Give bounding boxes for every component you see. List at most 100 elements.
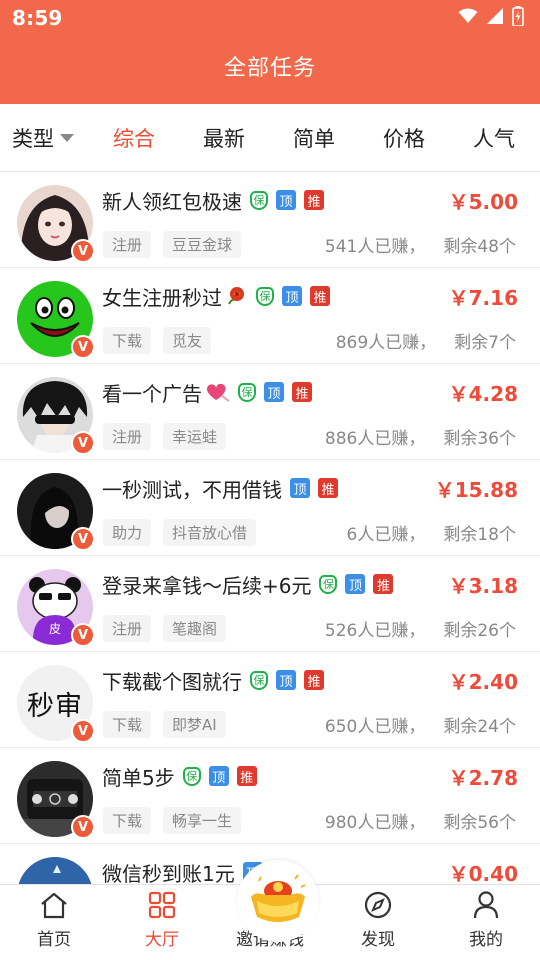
remaining-count: 剩余26个 [443, 621, 516, 641]
task-row[interactable]: V 一秒测试，不用借钱 顶 推 助力 抖音放心借 ￥15.88 6人已赚， 剩余1… [0, 460, 540, 556]
invite-button[interactable] [237, 860, 319, 942]
vip-badge: V [71, 815, 95, 839]
tab-discover[interactable]: 发现 [324, 885, 432, 960]
task-title: 一秒测试，不用借钱 [102, 477, 282, 502]
svg-text:皮: 皮 [49, 622, 61, 636]
recommend-badge: 推 [236, 766, 257, 786]
guarantee-badge: 保 [256, 286, 274, 306]
tab-home[interactable]: 首页 [0, 885, 108, 960]
vip-badge: V [71, 335, 95, 359]
task-title-row: 下载截个图就行 保 顶 推 [102, 666, 324, 694]
task-type-chip: 助力 [103, 519, 152, 546]
task-list[interactable]: V 新人领红包极速 保 顶 推 注册 豆豆金球 ￥5.00 541人已赚， 剩余4… [0, 172, 540, 884]
earned-count: 6人已赚， [346, 525, 426, 545]
tab-label: 发现 [361, 930, 395, 950]
task-price: ￥2.40 [448, 670, 518, 694]
task-price: ￥15.88 [434, 478, 518, 502]
top-badge: 顶 [208, 766, 229, 786]
vip-badge: V [71, 623, 95, 647]
earned-count: 886人已赚， [324, 429, 426, 449]
task-app-chip: 豆豆金球 [163, 231, 242, 258]
top-bar: 8:59 全部任务 [0, 0, 540, 104]
status-bar: 8:59 [0, 0, 540, 36]
task-stats: 650人已赚， 剩余24个 [325, 712, 516, 737]
task-app-chip: 幸运蛙 [163, 423, 227, 450]
tab-simple[interactable]: 简单 [293, 104, 335, 172]
task-title: 下载截个图就行 [102, 669, 242, 694]
earned-count: 980人已赚， [324, 813, 426, 833]
task-type-chip: 注册 [103, 231, 152, 258]
tab-label: 大厅 [145, 930, 179, 950]
task-stats: 541人已赚， 剩余48个 [325, 232, 516, 257]
recommend-badge: 推 [304, 190, 324, 210]
tab-label: 首页 [37, 930, 71, 950]
recommend-badge: 推 [373, 574, 394, 594]
task-app-chip: 觅友 [163, 327, 212, 354]
status-time: 8:59 [12, 6, 63, 30]
task-row[interactable]: V 新人领红包极速 保 顶 推 注册 豆豆金球 ￥5.00 541人已赚， 剩余4… [0, 172, 540, 268]
task-title-row: 女生注册秒过 保 顶 推 [102, 282, 330, 310]
task-row[interactable]: V 女生注册秒过 保 顶 推 下载 觅友 ￥7.16 869人已赚， 剩余7个 [0, 268, 540, 364]
task-title: 简单5步 [102, 765, 175, 790]
grid-icon [148, 889, 176, 921]
recommend-badge: 推 [292, 382, 312, 402]
task-price: ￥0.40 [448, 862, 518, 884]
remaining-count: 剩余24个 [443, 717, 516, 737]
guarantee-badge: 保 [238, 382, 256, 402]
task-price: ￥4.28 [448, 382, 518, 406]
top-badge: 顶 [282, 286, 302, 306]
home-icon [39, 889, 69, 921]
status-icons [458, 6, 524, 30]
guarantee-badge: 保 [182, 766, 201, 786]
task-type-chip: 注册 [103, 615, 152, 642]
task-title: 新人领红包极速 [102, 189, 242, 214]
tab-popularity[interactable]: 人气 [473, 104, 515, 172]
top-badge: 顶 [345, 574, 366, 594]
tab-price[interactable]: 价格 [383, 104, 425, 172]
caret-down-icon [60, 134, 74, 142]
recommend-badge: 推 [318, 478, 338, 498]
task-title: 微信秒到账1元 [102, 861, 235, 885]
task-stats: 526人已赚， 剩余26个 [325, 616, 516, 641]
task-row[interactable]: 皮 V 登录来拿钱～后续+6元 保 顶 推 注册 笔趣阁 ￥3.18 526人已… [0, 556, 540, 652]
remaining-count: 剩余36个 [443, 429, 516, 449]
signal-icon [486, 8, 504, 28]
vip-badge: V [71, 719, 95, 743]
tab-hall[interactable]: 大厅 [108, 885, 216, 960]
rose-icon [224, 284, 248, 308]
tab-mine[interactable]: 我的 [432, 885, 540, 960]
gold-ingot-icon [247, 871, 309, 931]
guarantee-badge: 保 [319, 574, 338, 594]
guarantee-badge: 保 [250, 190, 268, 210]
person-icon [472, 889, 500, 921]
task-title-row: 新人领红包极速 保 顶 推 [102, 186, 324, 214]
remaining-count: 剩余48个 [443, 237, 516, 257]
avatar [17, 857, 93, 884]
page-title: 全部任务 [223, 56, 316, 81]
vip-badge: V [71, 239, 95, 263]
avatar-text: 秒审 [27, 690, 83, 722]
tab-newest[interactable]: 最新 [203, 104, 245, 172]
earned-count: 869人已赚， [335, 333, 437, 353]
vip-badge: V [71, 431, 95, 455]
vip-badge: V [71, 527, 95, 551]
remaining-count: 剩余56个 [443, 813, 516, 833]
task-title-row: 简单5步 保 顶 推 [102, 762, 257, 790]
task-stats: 886人已赚， 剩余36个 [325, 424, 516, 449]
task-stats: 869人已赚， 剩余7个 [336, 328, 516, 353]
tab-comprehensive[interactable]: 综合 [113, 104, 155, 172]
type-filter-dropdown[interactable]: 类型 [12, 104, 74, 172]
task-app-chip: 笔趣阁 [163, 615, 227, 642]
task-price: ￥7.16 [448, 286, 518, 310]
task-row[interactable]: 秒审 V 下载截个图就行 保 顶 推 下载 即梦AI ￥2.40 650人已赚，… [0, 652, 540, 748]
guarantee-badge: 保 [250, 670, 268, 690]
task-row[interactable]: V 简单5步 保 顶 推 下载 畅享一生 ￥2.78 980人已赚， 剩余56个 [0, 748, 540, 844]
task-stats: 980人已赚， 剩余56个 [325, 808, 516, 833]
task-type-chip: 下载 [103, 327, 152, 354]
task-type-chip: 下载 [103, 807, 152, 834]
filter-bar: 类型 综合 最新 简单 价格 人气 [0, 104, 540, 172]
task-title: 女生注册秒过 [102, 285, 222, 310]
task-row[interactable]: V 看一个广告 保 顶 推 注册 幸运蛙 ￥4.28 886人已赚， 剩余36个 [0, 364, 540, 460]
remaining-count: 剩余18个 [443, 525, 516, 545]
top-badge: 顶 [276, 190, 296, 210]
